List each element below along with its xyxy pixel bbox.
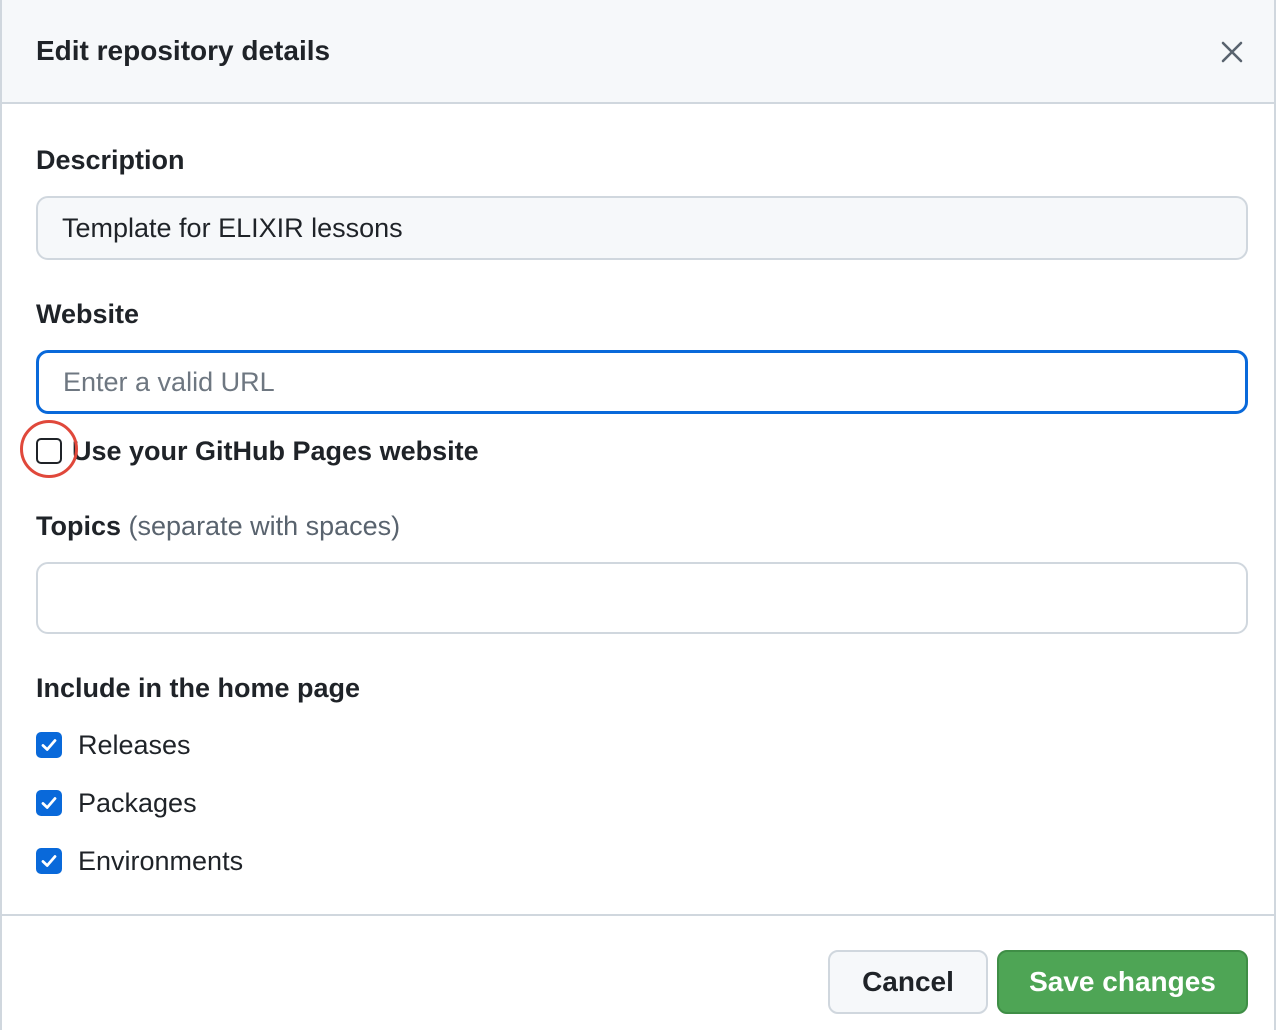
- home-page-label: Include in the home page: [36, 673, 361, 703]
- topics-label-text: Topics: [36, 511, 122, 541]
- packages-label: Packages: [78, 788, 197, 818]
- github-pages-checkbox-label: Use your GitHub Pages website: [72, 436, 479, 466]
- environments-checkbox-row[interactable]: Environments: [36, 843, 243, 879]
- save-changes-button[interactable]: Save changes: [997, 950, 1248, 1014]
- packages-checkbox-row[interactable]: Packages: [36, 785, 197, 821]
- github-pages-checkbox[interactable]: [36, 438, 62, 464]
- dialog-footer: Cancel Save changes: [2, 914, 1274, 1030]
- topics-input[interactable]: [36, 562, 1248, 634]
- description-label: Description: [36, 145, 185, 175]
- check-icon: [41, 797, 57, 809]
- check-icon: [41, 855, 57, 867]
- close-icon: [1221, 41, 1243, 63]
- topics-hint: (separate with spaces): [128, 511, 401, 541]
- cancel-button[interactable]: Cancel: [828, 950, 988, 1014]
- dialog-header: Edit repository details: [2, 0, 1274, 104]
- website-label: Website: [36, 299, 140, 329]
- releases-checkbox[interactable]: [36, 732, 62, 758]
- topics-label: Topics (separate with spaces): [36, 509, 400, 543]
- website-input[interactable]: [36, 350, 1248, 414]
- check-icon: [41, 739, 57, 751]
- dialog-title: Edit repository details: [36, 35, 331, 66]
- releases-checkbox-row[interactable]: Releases: [36, 727, 191, 763]
- environments-checkbox[interactable]: [36, 848, 62, 874]
- edit-repository-dialog: Edit repository details Description Webs…: [0, 0, 1276, 1030]
- github-pages-checkbox-row[interactable]: Use your GitHub Pages website: [36, 433, 479, 469]
- description-input[interactable]: [36, 196, 1248, 260]
- environments-label: Environments: [78, 846, 244, 876]
- packages-checkbox[interactable]: [36, 790, 62, 816]
- releases-label: Releases: [78, 730, 191, 760]
- close-button[interactable]: [1210, 30, 1254, 74]
